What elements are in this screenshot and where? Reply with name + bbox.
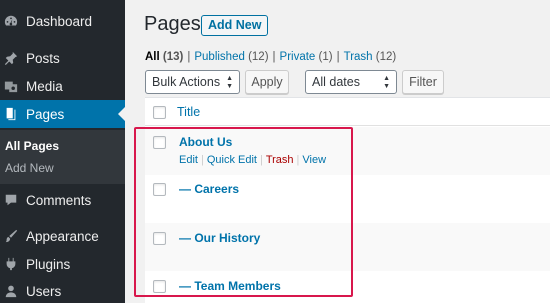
row-title-link[interactable]: — Careers <box>179 182 239 196</box>
row-checkbox[interactable] <box>153 183 166 196</box>
sidebar-item-label: Appearance <box>26 228 99 244</box>
main-content: Pages Add New All (13) | Published (12) | Pr… <box>125 0 550 303</box>
sidebar-item-media[interactable]: Media <box>0 72 125 100</box>
sidebar-item-label: Plugins <box>26 256 71 272</box>
table-row: — Team Members <box>145 271 550 303</box>
sidebar-item-plugins[interactable]: Plugins <box>0 250 125 278</box>
sidebar-item-label: Pages <box>26 106 65 122</box>
sidebar-item-comments[interactable]: Comments <box>0 186 125 214</box>
media-icon <box>4 79 18 93</box>
add-new-button[interactable]: Add New <box>201 15 269 36</box>
view-link[interactable]: View <box>302 154 326 166</box>
sidebar-item-dashboard[interactable]: Dashboard <box>0 7 125 35</box>
separator: | <box>296 154 300 166</box>
sidebar-item-label: Comments <box>26 192 92 208</box>
sidebar-item-pages[interactable]: Pages <box>0 100 125 128</box>
pages-icon <box>4 107 18 121</box>
quick-edit-link[interactable]: Quick Edit <box>207 154 257 166</box>
table-row: — Careers <box>145 175 550 223</box>
separator: | <box>272 51 276 63</box>
updown-arrow-icon: ▲ ▼ <box>383 75 390 90</box>
separator: | <box>259 154 263 166</box>
sidebar-item-appearance[interactable]: Appearance <box>0 222 125 250</box>
filter-trash-link[interactable]: Trash (12) <box>344 51 397 63</box>
row-title-link[interactable]: — Our History <box>179 231 260 245</box>
trash-link[interactable]: Trash <box>266 154 294 166</box>
row-checkbox[interactable] <box>153 280 166 293</box>
row-checkbox[interactable] <box>153 232 166 245</box>
pages-submenu: All Pages Add New <box>0 130 125 184</box>
filter-all-link[interactable]: All (13) <box>145 51 183 63</box>
user-icon <box>4 284 18 298</box>
pages-table: Title About Us Edit | Quick Edit | Trash | Vie… <box>145 97 550 303</box>
separator: | <box>187 51 191 63</box>
select-all-checkbox[interactable] <box>153 106 166 119</box>
bulk-actions-select[interactable]: Bulk Actions ▲ ▼ <box>145 70 240 94</box>
column-title-header[interactable]: Title <box>177 105 200 119</box>
plugin-icon <box>4 257 18 271</box>
admin-sidebar: Dashboard Posts Media Pages All Pages Ad… <box>0 0 125 303</box>
dashboard-icon <box>4 14 18 28</box>
row-actions: Edit | Quick Edit | Trash | View <box>179 154 326 166</box>
submenu-all-pages[interactable]: All Pages <box>5 139 59 153</box>
sidebar-item-users[interactable]: Users <box>0 277 125 303</box>
pin-icon <box>4 51 18 65</box>
status-filter-links: All (13) | Published (12) | Private (1) | Tras… <box>145 51 396 63</box>
table-row: About Us Edit | Quick Edit | Trash | View <box>145 127 550 175</box>
paintbrush-icon <box>4 229 18 243</box>
apply-button[interactable]: Apply <box>245 70 289 94</box>
row-checkbox[interactable] <box>153 136 166 149</box>
table-row: — Our History <box>145 223 550 271</box>
sidebar-item-label: Dashboard <box>26 13 93 29</box>
row-title-link[interactable]: — Team Members <box>179 279 281 293</box>
submenu-add-new[interactable]: Add New <box>5 161 54 175</box>
filter-private-link[interactable]: Private (1) <box>280 51 333 63</box>
edit-link[interactable]: Edit <box>179 154 198 166</box>
sidebar-item-posts[interactable]: Posts <box>0 44 125 72</box>
table-header: Title <box>145 98 550 126</box>
comment-icon <box>4 193 18 207</box>
page-title: Pages <box>144 13 201 35</box>
sidebar-item-label: Media <box>26 78 63 94</box>
separator: | <box>336 51 340 63</box>
filter-published-link[interactable]: Published (12) <box>194 51 268 63</box>
row-title-link[interactable]: About Us <box>179 135 232 149</box>
sidebar-item-label: Users <box>26 283 62 299</box>
separator: | <box>200 154 204 166</box>
sidebar-item-label: Posts <box>26 50 60 66</box>
updown-arrow-icon: ▲ ▼ <box>226 75 233 90</box>
filter-button[interactable]: Filter <box>402 70 444 94</box>
dates-select[interactable]: All dates ▲ ▼ <box>305 70 397 94</box>
